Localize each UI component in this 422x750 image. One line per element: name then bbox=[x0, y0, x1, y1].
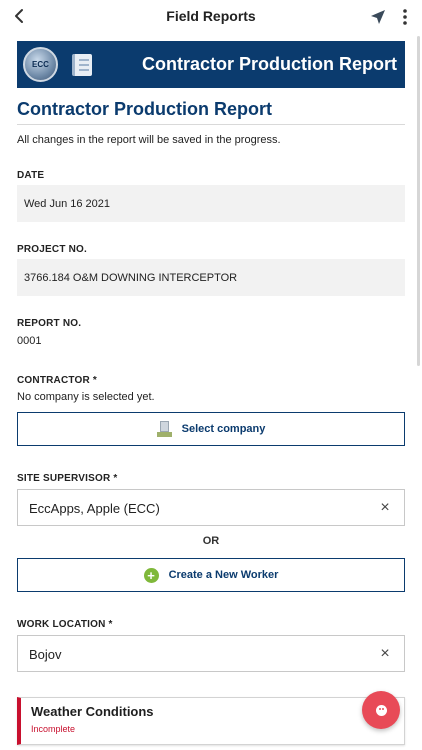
scrollbar[interactable] bbox=[417, 36, 420, 366]
create-worker-label: Create a New Worker bbox=[168, 569, 279, 581]
report-no-label: REPORT NO. bbox=[17, 318, 82, 329]
app-header: Field Reports bbox=[0, 0, 422, 33]
contractor-label: CONTRACTOR * bbox=[17, 375, 97, 386]
company-building-icon bbox=[156, 421, 172, 437]
create-worker-button[interactable]: + Create a New Worker bbox=[17, 558, 405, 592]
site-supervisor-value: EccApps, Apple (ECC) bbox=[29, 501, 160, 516]
navigation-button[interactable] bbox=[366, 5, 390, 29]
face-icon bbox=[375, 704, 387, 716]
weather-title: Weather Conditions bbox=[31, 704, 154, 719]
work-location-input[interactable]: Bojov × bbox=[17, 635, 405, 672]
navigation-arrow-icon bbox=[371, 10, 385, 24]
report-intro: All changes in the report will be saved … bbox=[17, 134, 281, 146]
site-supervisor-label: SITE SUPERVISOR * bbox=[17, 473, 118, 484]
chevron-left-icon bbox=[15, 9, 23, 23]
add-circle-icon: + bbox=[143, 567, 159, 583]
report-heading: Contractor Production Report bbox=[17, 99, 272, 119]
project-field[interactable]: 3766.184 O&M DOWNING INTERCEPTOR bbox=[17, 259, 405, 296]
more-vertical-icon bbox=[403, 9, 407, 25]
notebook-icon bbox=[72, 54, 92, 76]
divider bbox=[17, 124, 405, 125]
back-button[interactable] bbox=[8, 4, 30, 28]
more-options-button[interactable] bbox=[396, 5, 414, 29]
or-separator: OR bbox=[202, 535, 220, 547]
select-company-button[interactable]: Select company bbox=[17, 412, 405, 446]
banner-title: Contractor Production Report bbox=[142, 54, 397, 74]
clear-location-icon[interactable]: × bbox=[378, 645, 392, 663]
page-title: Field Reports bbox=[166, 8, 256, 24]
contractor-value: No company is selected yet. bbox=[17, 391, 155, 403]
weather-conditions-card[interactable]: Weather Conditions Incomplete bbox=[17, 697, 405, 745]
ecc-logo: ECC bbox=[23, 47, 58, 82]
select-company-label: Select company bbox=[181, 423, 266, 435]
site-supervisor-input[interactable]: EccApps, Apple (ECC) × bbox=[17, 489, 405, 526]
clear-supervisor-icon[interactable]: × bbox=[378, 499, 392, 517]
report-banner: ECC Contractor Production Report bbox=[17, 41, 405, 88]
status-badge: Incomplete bbox=[31, 724, 76, 734]
work-location-label: WORK LOCATION * bbox=[17, 619, 113, 630]
work-location-value: Bojov bbox=[29, 647, 62, 662]
report-no-value: 0001 bbox=[17, 335, 42, 347]
date-label: DATE bbox=[17, 170, 45, 181]
project-label: PROJECT NO. bbox=[17, 244, 87, 255]
feedback-fab-button[interactable] bbox=[362, 691, 400, 729]
date-field[interactable]: Wed Jun 16 2021 bbox=[17, 185, 405, 222]
